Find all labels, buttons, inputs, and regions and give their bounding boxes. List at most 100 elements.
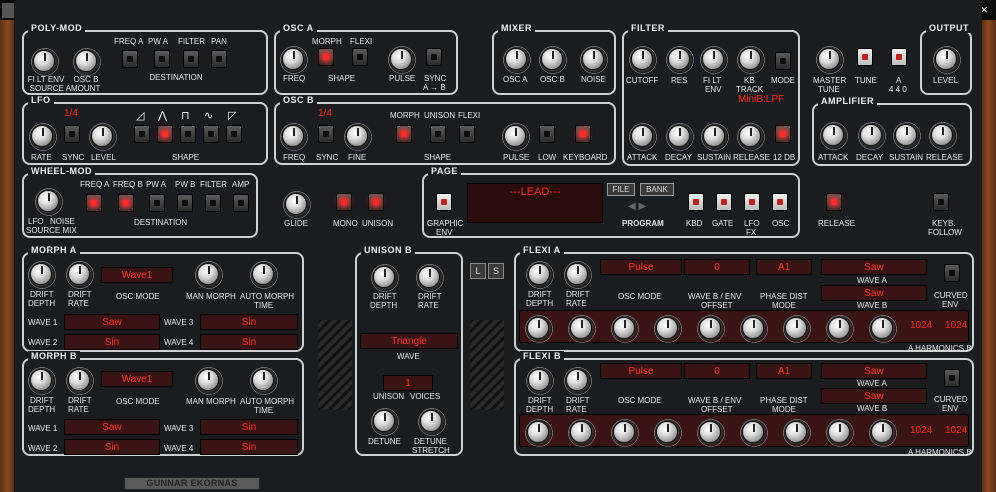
filter-env-knob[interactable] [698, 44, 730, 76]
morphb-osc-mode-select[interactable]: Wave1 [101, 371, 173, 387]
morphb-drift-depth-knob[interactable] [26, 365, 58, 397]
lfo-sync-button[interactable] [64, 125, 80, 143]
mixer-osca-knob[interactable] [501, 44, 533, 76]
flexia-osc-mode-select[interactable]: Pulse [600, 259, 682, 275]
flexib-wave-a-select[interactable]: Saw [821, 363, 927, 379]
unisonb-drift-rate-knob[interactable] [414, 262, 446, 294]
lfo-shape-triangle-button[interactable] [157, 125, 173, 143]
wheel-amp-button[interactable] [233, 194, 249, 212]
a440-button[interactable] [891, 48, 907, 66]
osca-sync-button[interactable] [426, 48, 442, 66]
flexib-curved-env-button[interactable] [944, 369, 960, 387]
wheel-pwa-button[interactable] [149, 194, 165, 212]
oscb-freq-knob[interactable] [278, 121, 310, 153]
lfo-shape-ramp-button[interactable] [226, 125, 242, 143]
flexia-harmonic-1-knob[interactable] [523, 313, 555, 345]
osca-morph-button[interactable] [318, 48, 334, 66]
keyb-follow-button[interactable] [933, 193, 949, 211]
oscb-sync-button[interactable] [318, 125, 334, 143]
s-button[interactable]: S [488, 263, 504, 279]
unison-button[interactable] [368, 193, 384, 211]
filter-decay-knob[interactable] [664, 121, 696, 153]
morpha-drift-rate-knob[interactable] [64, 259, 96, 291]
flexib-harmonic-6-knob[interactable] [738, 417, 770, 449]
morphb-wave4-select[interactable]: Sin [200, 439, 298, 455]
kbd-button[interactable] [688, 193, 704, 211]
morphb-man-morph-knob[interactable] [193, 365, 225, 397]
flexib-drift-rate-knob[interactable] [562, 365, 594, 397]
lfo-shape-square-button[interactable] [180, 125, 196, 143]
flexia-phase-select[interactable]: A1 [756, 259, 812, 275]
filter-attack-knob[interactable] [627, 121, 659, 153]
osca-flexi-button[interactable] [352, 48, 368, 66]
flexib-harmonic-8-knob[interactable] [824, 417, 856, 449]
amp-sustain-knob[interactable] [891, 120, 923, 152]
morpha-auto-morph-knob[interactable] [248, 259, 280, 291]
filter-release-knob[interactable] [735, 121, 767, 153]
flexib-harmonic-3-knob[interactable] [609, 417, 641, 449]
polymod-pwa-button[interactable] [154, 50, 170, 68]
graphic-env-button[interactable] [436, 193, 452, 211]
wheel-lfo-noise-knob[interactable] [33, 186, 65, 218]
filter-sustain-knob[interactable] [699, 121, 731, 153]
osc-page-button[interactable] [772, 193, 788, 211]
amp-release-knob[interactable] [927, 120, 959, 152]
amp-attack-knob[interactable] [818, 120, 850, 152]
release-button[interactable] [826, 193, 842, 211]
filter-12db-button[interactable] [775, 125, 791, 143]
morphb-wave2-select[interactable]: Sin [64, 439, 160, 455]
wheel-freqb-button[interactable] [118, 194, 134, 212]
morpha-wave4-select[interactable]: Sin [200, 334, 298, 350]
file-button[interactable]: FILE [607, 183, 635, 196]
morpha-wave3-select[interactable]: Sin [200, 314, 298, 330]
flexia-harmonic-7-knob[interactable] [781, 313, 813, 345]
osca-pulse-knob[interactable] [386, 44, 418, 76]
flexia-harmonic-8-knob[interactable] [824, 313, 856, 345]
flexib-wave-b-select[interactable]: Saw [821, 388, 927, 404]
oscb-flexi-button[interactable] [459, 125, 475, 143]
flexib-phase-select[interactable]: A1 [756, 363, 812, 379]
unisonb-detune-knob[interactable] [369, 406, 401, 438]
flexib-harmonic-5-knob[interactable] [695, 417, 727, 449]
flexia-wave-a-select[interactable]: Saw [821, 259, 927, 275]
flexia-drift-rate-knob[interactable] [562, 259, 594, 291]
flexib-offset-select[interactable]: 0 [684, 363, 750, 379]
flexib-harmonic-1-knob[interactable] [523, 417, 555, 449]
morphb-wave3-select[interactable]: Sin [200, 419, 298, 435]
morpha-drift-depth-knob[interactable] [26, 259, 58, 291]
flexib-harmonic-4-knob[interactable] [652, 417, 684, 449]
osca-freq-knob[interactable] [278, 44, 310, 76]
unisonb-detune-stretch-knob[interactable] [416, 406, 448, 438]
flexib-osc-mode-select[interactable]: Pulse [600, 363, 682, 379]
filter-res-knob[interactable] [664, 44, 696, 76]
polymod-pan-button[interactable] [211, 50, 227, 68]
morphb-wave1-select[interactable]: Saw [64, 419, 160, 435]
flexib-harmonic-9-knob[interactable] [867, 417, 899, 449]
oscb-pulse-knob[interactable] [500, 121, 532, 153]
gate-button[interactable] [716, 193, 732, 211]
filter-mode-button[interactable] [775, 52, 791, 70]
morpha-wave2-select[interactable]: Sin [64, 334, 160, 350]
lfo-rate-knob[interactable] [27, 121, 59, 153]
master-tune-knob[interactable] [814, 44, 846, 76]
unisonb-voices-select[interactable]: 1 [383, 375, 433, 391]
flexia-drift-depth-knob[interactable] [524, 259, 556, 291]
flexia-harmonic-4-knob[interactable] [652, 313, 684, 345]
flexib-drift-depth-knob[interactable] [524, 365, 556, 397]
output-level-knob[interactable] [931, 44, 963, 76]
glide-knob[interactable] [281, 189, 313, 221]
lfo-shape-saw-button[interactable] [134, 125, 150, 143]
morpha-man-morph-knob[interactable] [193, 259, 225, 291]
program-arrows-icon[interactable]: ◀ ▶ [628, 202, 646, 212]
flexia-harmonic-2-knob[interactable] [566, 313, 598, 345]
polymod-osc-b-knob[interactable] [71, 46, 103, 78]
filter-cutoff-knob[interactable] [627, 44, 659, 76]
lfo-level-knob[interactable] [87, 121, 119, 153]
filter-kbtrack-knob[interactable] [735, 44, 767, 76]
flexib-harmonic-2-knob[interactable] [566, 417, 598, 449]
tune-button[interactable] [857, 48, 873, 66]
unisonb-drift-depth-knob[interactable] [369, 262, 401, 294]
polymod-filt-env-knob[interactable] [29, 46, 61, 78]
mono-button[interactable] [336, 193, 352, 211]
wheel-filter-button[interactable] [205, 194, 221, 212]
